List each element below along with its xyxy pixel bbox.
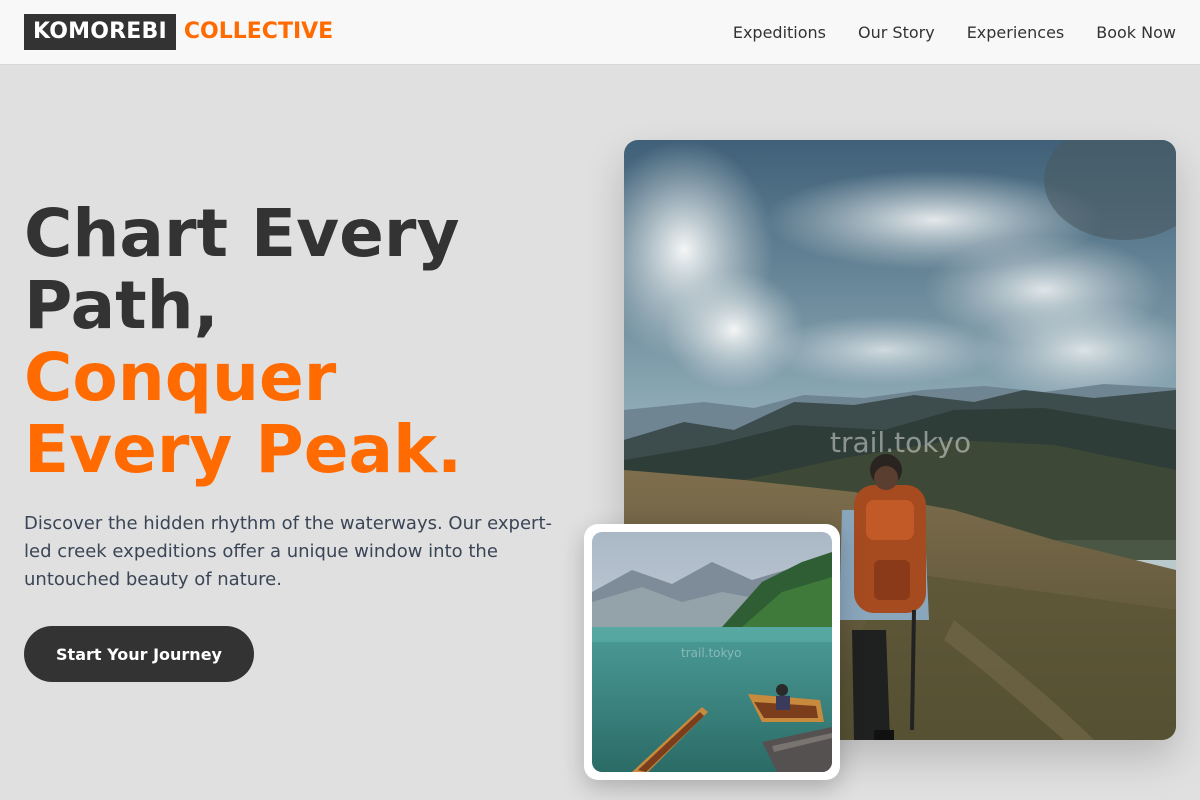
hero-title-line-2: Path, <box>24 267 219 344</box>
lake-boats-card: trail.tokyo <box>584 524 840 780</box>
nav-expeditions[interactable]: Expeditions <box>733 23 826 42</box>
logo-primary: KOMOREBI <box>24 14 176 50</box>
hero-title-accent-1: Conquer <box>24 339 337 416</box>
lake-boats-illustration <box>592 532 832 772</box>
hero-title-accent-2: Every Peak. <box>24 411 463 488</box>
nav-our-story[interactable]: Our Story <box>858 23 935 42</box>
main-nav: Expeditions Our Story Experiences Book N… <box>733 0 1176 64</box>
nav-book-now[interactable]: Book Now <box>1096 23 1176 42</box>
lake-boats-image: trail.tokyo <box>592 532 832 772</box>
nav-experiences[interactable]: Experiences <box>967 23 1065 42</box>
logo-secondary: COLLECTIVE <box>183 19 334 44</box>
site-header: KOMOREBI COLLECTIVE Expeditions Our Stor… <box>0 0 1200 65</box>
start-journey-button[interactable]: Start Your Journey <box>24 626 254 682</box>
logo[interactable]: KOMOREBI COLLECTIVE <box>24 14 333 50</box>
hero-title-line-1: Chart Every <box>24 195 460 272</box>
hero-title: Chart Every Path, Conquer Every Peak. <box>24 198 584 486</box>
hero-description: Discover the hidden rhythm of the waterw… <box>24 513 552 590</box>
